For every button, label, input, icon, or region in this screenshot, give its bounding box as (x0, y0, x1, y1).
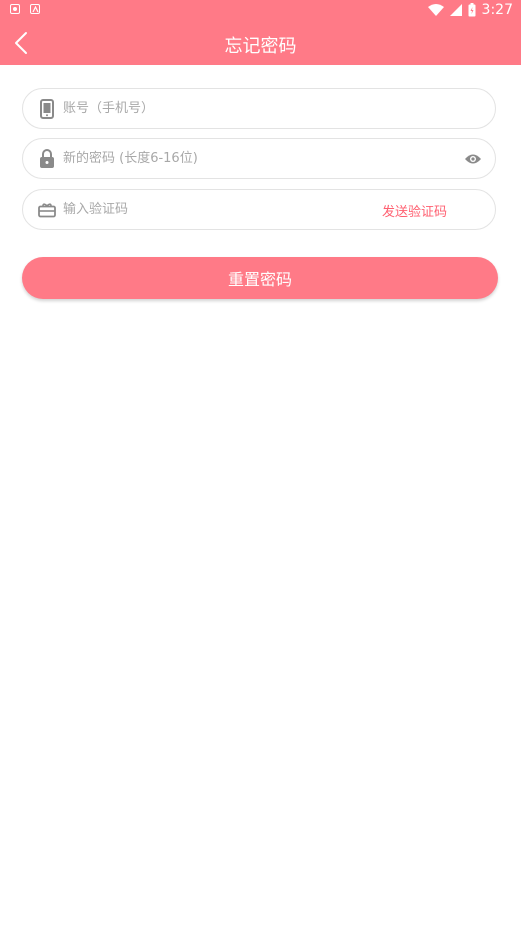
battery-icon (468, 3, 476, 17)
status-time: 3:27 (481, 2, 513, 18)
shield-icon (10, 4, 20, 14)
password-input[interactable] (63, 139, 443, 178)
signal-icon (449, 4, 462, 16)
a-icon (30, 4, 40, 14)
account-input[interactable] (63, 89, 483, 128)
status-bar: 3:27 (0, 0, 521, 22)
status-right: 3:27 (427, 2, 513, 18)
code-input[interactable] (63, 190, 333, 229)
wifi-icon (427, 4, 444, 16)
account-field[interactable] (22, 88, 496, 129)
app-bar: 忘记密码 (0, 22, 521, 65)
lock-icon (37, 149, 57, 169)
page-title: 忘记密码 (224, 36, 297, 57)
reset-password-button[interactable]: 重置密码 (22, 257, 498, 299)
code-icon (37, 200, 57, 220)
status-left (10, 4, 40, 14)
send-code-button[interactable]: 发送验证码 (382, 201, 447, 220)
password-field[interactable] (22, 138, 496, 179)
phone-icon (37, 99, 57, 119)
eye-icon[interactable] (463, 149, 483, 169)
code-field[interactable]: 发送验证码 (22, 189, 496, 230)
